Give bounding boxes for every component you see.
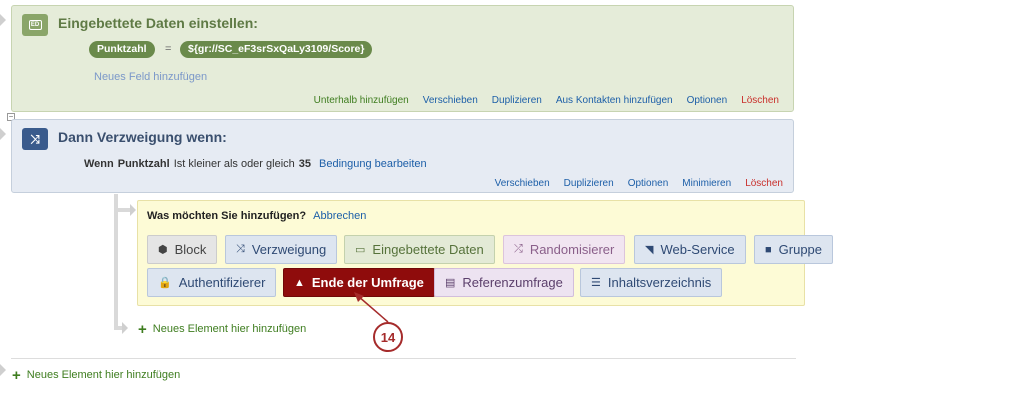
add-branch-label: Verzweigung [251,242,327,257]
delete-link[interactable]: Löschen [741,95,779,106]
add-reference-survey-button[interactable]: ▤ Referenzumfrage [434,268,574,297]
condition-field: Punktzahl [117,158,170,170]
move-link[interactable]: Verschieben [495,178,550,189]
minimize-link[interactable]: Minimieren [682,178,731,189]
branch-actions: Verschieben Duplizieren Optionen Minimie… [495,178,783,189]
embedded-data-actions: Unterhalb hinzufügen Verschieben Duplizi… [314,95,779,106]
add-block-label: Block [174,242,207,257]
add-embedded-label: Eingebettete Daten [372,242,484,257]
embedded-field-value[interactable]: ${gr://SC_eF3srSxQaLy3109/Score} [180,41,373,58]
branch-connector-line [114,208,130,212]
condition-operator: Ist kleiner als oder gleich [173,158,295,170]
add-block-button[interactable]: ⬢ Block [147,235,218,264]
plus-icon: + [138,320,147,338]
equals-sign: = [165,43,172,55]
duplicate-link[interactable]: Duplizieren [564,178,614,189]
edit-condition-link[interactable]: Bedingung bearbeiten [319,158,427,170]
plus-icon: + [12,366,21,384]
add-toc-label: Inhaltsverzeichnis [607,275,712,290]
add-panel-header: Was möchten Sie hinzufügen? Abbrechen [147,210,366,222]
shuffle-icon: ⤮ [514,243,523,255]
condition-if: Wenn [84,158,114,170]
branch-condition: Wenn Punktzahl Ist kleiner als oder glei… [84,158,427,170]
move-link[interactable]: Verschieben [423,95,478,106]
flow-connector-arrow [0,14,6,26]
cube-icon: ⬢ [158,244,168,256]
embedded-field-name[interactable]: Punktzahl [89,41,155,58]
add-webservice-label: Web-Service [660,242,735,257]
embedded-data-icon: ED [22,14,48,36]
duplicate-link[interactable]: Duplizieren [492,95,542,106]
add-element-outer[interactable]: + Neues Element hier hinzufügen [12,366,181,384]
branch-connector-line [114,194,118,330]
add-from-contacts-link[interactable]: Aus Kontakten hinzufügen [556,95,673,106]
divider [11,358,796,359]
delete-link[interactable]: Löschen [745,178,783,189]
add-field-link[interactable]: Neues Feld hinzufügen [94,71,207,83]
branch-title: Dann Verzweigung wenn: [58,129,227,145]
callout-number: 14 [373,322,403,352]
branch-connector-line [114,326,122,330]
branch-icon: ⤨ [22,128,48,150]
folder-icon: ■ [765,243,772,256]
add-branch-button[interactable]: ⤨ Verzweigung [225,235,338,264]
add-group-button[interactable]: ■ Gruppe [754,235,834,264]
warning-icon: ▲ [294,276,305,289]
add-webservice-button[interactable]: ◥ Web-Service [634,235,746,264]
add-element-panel: Was möchten Sie hinzufügen? Abbrechen ⬢ … [137,200,834,306]
add-authenticator-button[interactable]: 🔒 Authentifizierer [147,268,277,297]
flow-connector-arrow [0,364,6,376]
callout-pointer [354,292,389,323]
embedded-data-element: ED Eingebettete Daten einstellen: Punktz… [11,5,794,112]
clipboard-icon: ▤ [445,277,456,289]
add-table-of-contents-button[interactable]: ☰ Inhaltsverzeichnis [580,268,723,297]
add-element-outer-label: Neues Element hier hinzufügen [26,369,181,381]
add-randomizer-button[interactable]: ⤮ Randomisierer [503,235,626,264]
condition-value: 35 [298,158,312,170]
flow-connector-arrow [130,204,136,216]
options-link[interactable]: Optionen [628,178,669,189]
embedded-data-title: Eingebettete Daten einstellen: [58,15,258,31]
add-reference-label: Referenzumfrage [462,275,563,290]
branch-element: ⤨ Dann Verzweigung wenn: Wenn Punktzahl … [11,119,794,193]
signal-icon: ◥ [645,244,654,256]
add-randomizer-label: Randomisierer [529,242,615,257]
add-group-label: Gruppe [778,242,823,257]
add-embedded-data-button[interactable]: ▭ Eingebettete Daten [344,235,495,264]
embedded-data-icon: ▭ [355,244,366,256]
add-element-inner-label: Neues Element hier hinzufügen [152,323,307,335]
add-panel-question: Was möchten Sie hinzufügen? [147,210,307,222]
add-end-survey-label: Ende der Umfrage [311,275,424,290]
flow-connector-arrow [122,322,128,334]
flow-connector-arrow [0,128,6,140]
cancel-link[interactable]: Abbrechen [313,210,366,222]
add-element-inner[interactable]: + Neues Element hier hinzufügen [138,320,307,338]
add-below-link[interactable]: Unterhalb hinzufügen [314,95,409,106]
options-link[interactable]: Optionen [687,95,728,106]
branch-icon: ⤨ [236,243,245,255]
list-icon: ☰ [591,277,601,289]
lock-icon: 🔒 [158,277,172,289]
add-authenticator-label: Authentifizierer [178,275,266,290]
